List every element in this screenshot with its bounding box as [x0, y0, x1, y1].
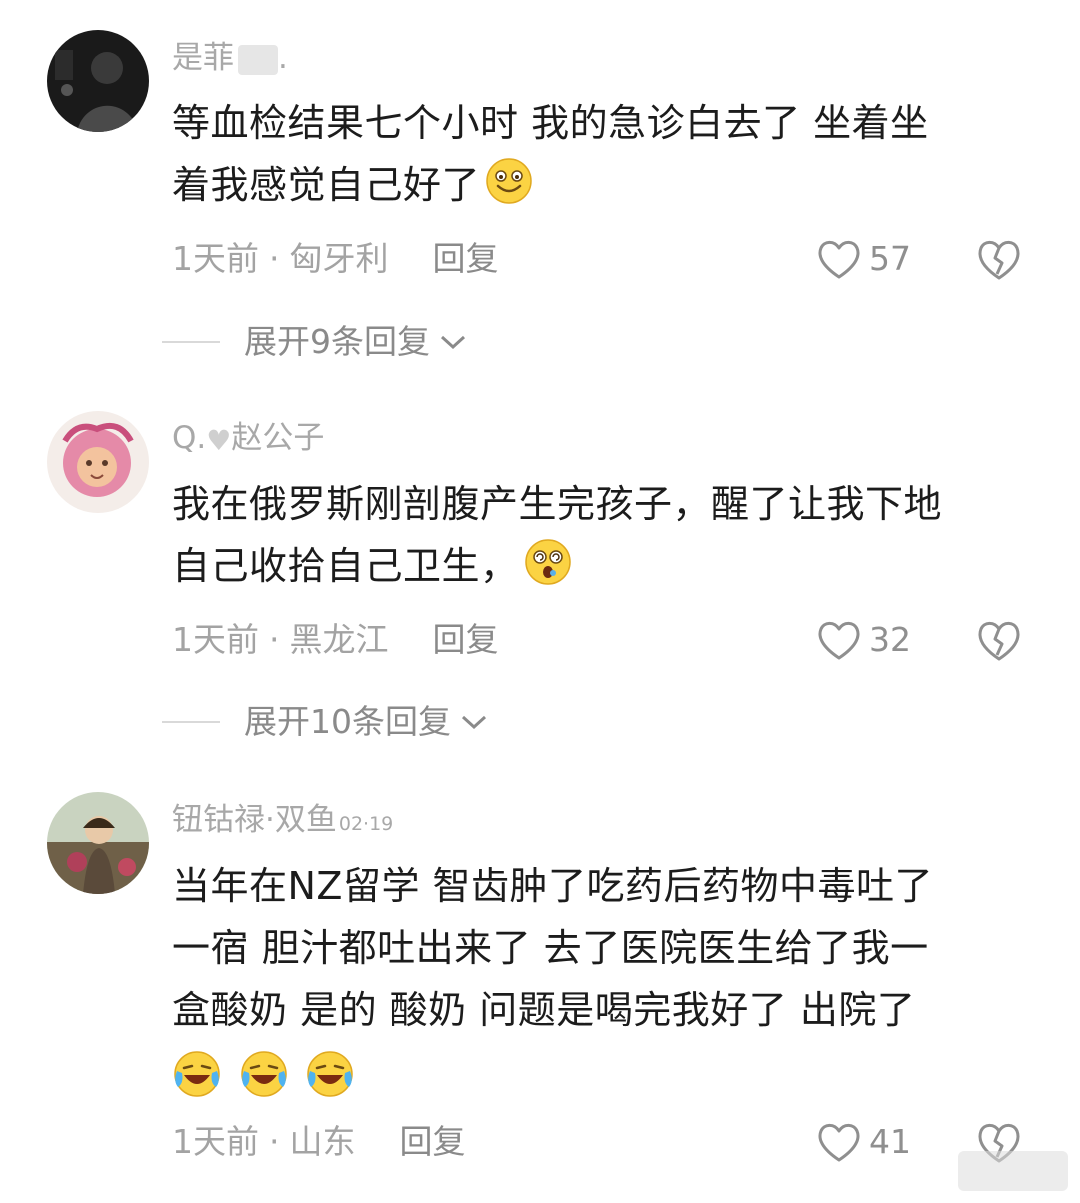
- username-text: 钮钴禄·双鱼: [172, 802, 337, 838]
- comment-text: 等血检结果七个小时 我的急诊白去了 坐着坐 着我感觉自己好了: [172, 92, 1042, 216]
- username-suffix: .: [278, 40, 288, 76]
- user-avatar[interactable]: [47, 792, 149, 894]
- comment-location: 山东: [289, 1122, 356, 1161]
- like-count: 57: [869, 239, 911, 278]
- chevron-down-icon: [440, 335, 466, 350]
- heart-icon: [818, 240, 860, 279]
- crying-laughing-icon: [305, 1049, 355, 1099]
- expand-label: 展开10条回复: [244, 702, 451, 741]
- comment-text: 当年在NZ留学 智齿肿了吃药后药物中毒吐了 一宿 胆汁都吐出来了 去了医院医生给…: [172, 855, 1042, 1109]
- username-text: 是菲: [172, 40, 234, 76]
- comment-time: 1天前: [172, 620, 259, 659]
- comment-line: 一宿 胆汁都吐出来了 去了医院医生给了我一: [172, 926, 929, 970]
- heart-icon: [818, 1123, 860, 1162]
- username[interactable]: Q.♥赵公子: [172, 418, 324, 461]
- reply-button[interactable]: 回复: [433, 239, 499, 278]
- comment-location: 黑龙江: [289, 620, 389, 659]
- like-button[interactable]: 32: [815, 618, 911, 662]
- username[interactable]: 是菲.: [172, 38, 288, 78]
- crying-laughing-icon: [239, 1049, 289, 1099]
- like-button[interactable]: 41: [815, 1120, 911, 1164]
- comment-time: 1天前: [172, 1122, 259, 1161]
- reply-button[interactable]: 回复: [400, 1122, 466, 1161]
- username-text: 赵公子: [231, 420, 325, 456]
- comment-location: 匈牙利: [289, 239, 389, 278]
- dislike-button[interactable]: [975, 236, 1023, 282]
- chevron-down-icon: [461, 715, 487, 730]
- username-prefix: Q.: [172, 420, 207, 456]
- comment-line: 着我感觉自己好了: [172, 163, 481, 207]
- user-avatar[interactable]: [47, 30, 149, 132]
- heart-icon: [818, 621, 860, 660]
- comment-meta: 1天前 · 黑龙江 回复: [172, 618, 499, 662]
- like-count: 41: [869, 1122, 911, 1161]
- dislike-button[interactable]: [975, 617, 1023, 663]
- expand-replies-button[interactable]: 展开9条回复: [162, 320, 468, 364]
- broken-heart-icon: [978, 621, 1020, 661]
- comment-line: 盒酸奶 是的 酸奶 问题是喝完我好了 出院了: [172, 988, 916, 1032]
- comment-date: 02·19: [338, 813, 394, 835]
- username[interactable]: 钮钴禄·双鱼 02·19: [172, 800, 393, 844]
- separator-dot: ·: [269, 1122, 280, 1161]
- dizzy-face-icon: [523, 537, 573, 587]
- comment-meta: 1天前 · 匈牙利 回复: [172, 237, 499, 281]
- user-avatar[interactable]: [47, 411, 149, 513]
- comment-line: 自己收拾自己卫生，: [172, 544, 519, 588]
- grinning-face-icon: [484, 156, 534, 206]
- like-button[interactable]: 57: [815, 237, 911, 281]
- comment-line: 等血检结果七个小时 我的急诊白去了 坐着坐: [172, 101, 929, 145]
- divider-line: [162, 341, 220, 343]
- crying-laughing-icon: [172, 1049, 222, 1099]
- like-count: 32: [869, 620, 911, 659]
- comment-meta: 1天前 · 山东 回复: [172, 1120, 466, 1164]
- divider-line: [162, 721, 220, 723]
- comment-line: 当年在NZ留学 智齿肿了吃药后药物中毒吐了: [172, 864, 934, 908]
- comment-line: 我在俄罗斯刚剖腹产生完孩子，醒了让我下地: [172, 482, 943, 526]
- separator-dot: ·: [269, 239, 280, 278]
- expand-replies-button[interactable]: 展开10条回复: [162, 700, 489, 744]
- watermark: [958, 1151, 1068, 1191]
- comment-time: 1天前: [172, 239, 259, 278]
- expand-label: 展开9条回复: [244, 322, 430, 361]
- blurred-name-part: [238, 44, 278, 75]
- separator-dot: ·: [269, 620, 280, 659]
- heart-icon: ♥: [206, 424, 232, 457]
- reply-button[interactable]: 回复: [433, 620, 499, 659]
- comment-text: 我在俄罗斯刚剖腹产生完孩子，醒了让我下地 自己收拾自己卫生，: [172, 473, 1042, 597]
- broken-heart-icon: [978, 240, 1020, 280]
